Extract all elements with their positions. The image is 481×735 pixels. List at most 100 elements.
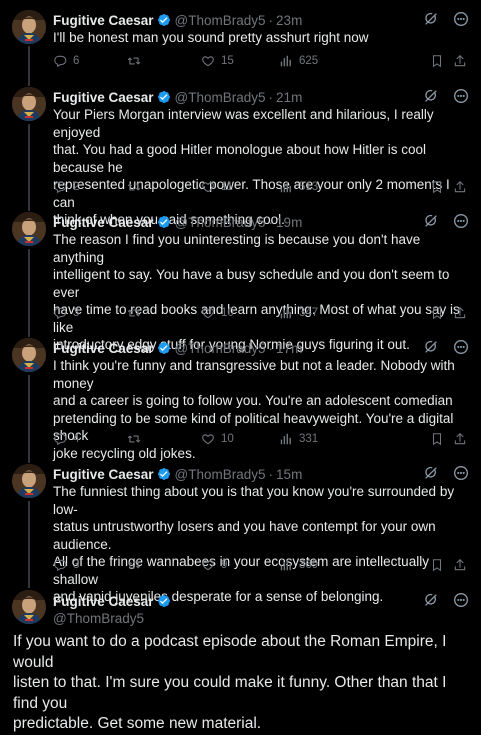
avatar[interactable] bbox=[12, 338, 46, 372]
views-button[interactable]: 369 bbox=[279, 556, 318, 574]
heart-icon bbox=[201, 180, 215, 194]
author-handle[interactable]: @ThomBrady5 bbox=[175, 90, 266, 105]
tweet-header: Fugitive Caesar @ThomBrady5 · 17m bbox=[53, 339, 469, 357]
author-name[interactable]: Fugitive Caesar bbox=[53, 341, 154, 356]
tweet-timestamp[interactable]: 15m bbox=[276, 467, 302, 482]
reply-count: 3 bbox=[73, 559, 80, 571]
tweet-timestamp[interactable]: 17m bbox=[276, 341, 302, 356]
views-chart-icon bbox=[279, 432, 293, 446]
tweet-timestamp[interactable]: 23m bbox=[276, 13, 302, 28]
views-button[interactable]: 513 bbox=[279, 178, 318, 196]
reply-button[interactable]: 3 bbox=[53, 304, 79, 322]
author-name[interactable]: Fugitive Caesar bbox=[53, 90, 154, 105]
retweet-button[interactable] bbox=[127, 430, 147, 448]
tweet-header-icons bbox=[423, 339, 469, 355]
separator-dot: · bbox=[268, 12, 274, 28]
reply-icon bbox=[53, 558, 67, 572]
verified-badge-icon bbox=[157, 594, 171, 608]
tweet-timestamp[interactable]: 19m bbox=[276, 215, 302, 230]
reply-button[interactable]: 2 bbox=[53, 178, 79, 196]
avatar[interactable] bbox=[12, 87, 46, 121]
views-button[interactable]: 625 bbox=[279, 52, 318, 70]
retweet-button[interactable] bbox=[127, 178, 147, 196]
verified-badge-icon bbox=[157, 90, 171, 104]
views-count: 625 bbox=[299, 55, 319, 67]
retweet-icon bbox=[127, 54, 141, 68]
grok-icon[interactable] bbox=[423, 465, 439, 481]
reply-count: 3 bbox=[73, 307, 80, 319]
more-options-icon[interactable] bbox=[453, 88, 469, 104]
author-name[interactable]: Fugitive Caesar bbox=[53, 215, 154, 230]
reply-button[interactable]: 6 bbox=[53, 52, 79, 70]
bookmark-icon bbox=[430, 432, 444, 446]
like-button[interactable]: 11 bbox=[201, 178, 233, 196]
like-button[interactable]: 10 bbox=[201, 430, 234, 448]
share-button[interactable] bbox=[453, 52, 467, 70]
author-name[interactable]: Fugitive Caesar bbox=[53, 13, 154, 28]
grok-icon[interactable] bbox=[423, 88, 439, 104]
bookmark-button[interactable] bbox=[430, 430, 444, 448]
thread-line bbox=[28, 46, 30, 86]
reply-button[interactable]: 3 bbox=[53, 556, 79, 574]
more-options-icon[interactable] bbox=[453, 11, 469, 27]
share-button[interactable] bbox=[453, 556, 467, 574]
share-button[interactable] bbox=[453, 304, 467, 322]
author-handle[interactable]: @ThomBrady5 bbox=[175, 13, 266, 28]
bookmark-button[interactable] bbox=[430, 52, 444, 70]
reply-button[interactable]: 4 bbox=[53, 430, 79, 448]
thread-line bbox=[28, 124, 30, 211]
bookmark-button[interactable] bbox=[430, 178, 444, 196]
final-tweet-header: Fugitive Caesar @ThomBrady5 bbox=[53, 592, 469, 628]
tweet-text: The reason I find you uninteresting is b… bbox=[53, 232, 460, 352]
tweet-timestamp[interactable]: 21m bbox=[276, 90, 302, 105]
retweet-button[interactable] bbox=[127, 556, 147, 574]
more-options-icon[interactable] bbox=[453, 465, 469, 481]
tweet-actions: 3 9 369 bbox=[53, 556, 468, 574]
like-button[interactable]: 9 bbox=[201, 556, 227, 574]
share-button[interactable] bbox=[453, 430, 467, 448]
reply-count: 2 bbox=[73, 181, 80, 193]
retweet-button[interactable] bbox=[127, 304, 147, 322]
views-count: 331 bbox=[299, 433, 319, 445]
bookmark-icon bbox=[430, 54, 444, 68]
grok-icon[interactable] bbox=[423, 11, 439, 27]
like-button[interactable]: 10 bbox=[201, 304, 234, 322]
avatar[interactable] bbox=[12, 212, 46, 246]
more-options-icon[interactable] bbox=[453, 339, 469, 355]
retweet-icon bbox=[127, 432, 141, 446]
views-button[interactable]: 331 bbox=[279, 430, 318, 448]
avatar[interactable] bbox=[12, 10, 46, 44]
avatar[interactable] bbox=[12, 464, 46, 498]
author-handle[interactable]: @ThomBrady5 bbox=[175, 341, 266, 356]
avatar[interactable] bbox=[12, 590, 46, 624]
like-count: 10 bbox=[221, 307, 234, 319]
reply-count: 4 bbox=[73, 433, 80, 445]
grok-icon[interactable] bbox=[423, 592, 439, 608]
share-button[interactable] bbox=[453, 178, 467, 196]
author-handle[interactable]: @ThomBrady5 bbox=[53, 610, 469, 628]
author-name[interactable]: Fugitive Caesar bbox=[53, 594, 154, 609]
grok-icon[interactable] bbox=[423, 339, 439, 355]
reply-count: 6 bbox=[73, 55, 80, 67]
more-options-icon[interactable] bbox=[453, 213, 469, 229]
tweet-header-icons bbox=[423, 11, 469, 27]
verified-badge-icon bbox=[157, 215, 171, 229]
separator-dot: · bbox=[268, 89, 274, 105]
author-name[interactable]: Fugitive Caesar bbox=[53, 467, 154, 482]
author-handle[interactable]: @ThomBrady5 bbox=[175, 215, 266, 230]
retweet-button[interactable] bbox=[127, 52, 147, 70]
views-button[interactable]: 347 bbox=[279, 304, 318, 322]
retweet-icon bbox=[127, 306, 141, 320]
thread-line bbox=[28, 501, 30, 588]
author-handle[interactable]: @ThomBrady5 bbox=[175, 467, 266, 482]
retweet-icon bbox=[127, 180, 141, 194]
tweet-actions: 3 10 347 bbox=[53, 304, 468, 322]
verified-badge-icon bbox=[157, 467, 171, 481]
grok-icon[interactable] bbox=[423, 213, 439, 229]
views-count: 369 bbox=[299, 559, 319, 571]
bookmark-button[interactable] bbox=[430, 556, 444, 574]
bookmark-button[interactable] bbox=[430, 304, 444, 322]
heart-icon bbox=[201, 432, 215, 446]
like-button[interactable]: 15 bbox=[201, 52, 234, 70]
more-options-icon[interactable] bbox=[453, 592, 469, 608]
